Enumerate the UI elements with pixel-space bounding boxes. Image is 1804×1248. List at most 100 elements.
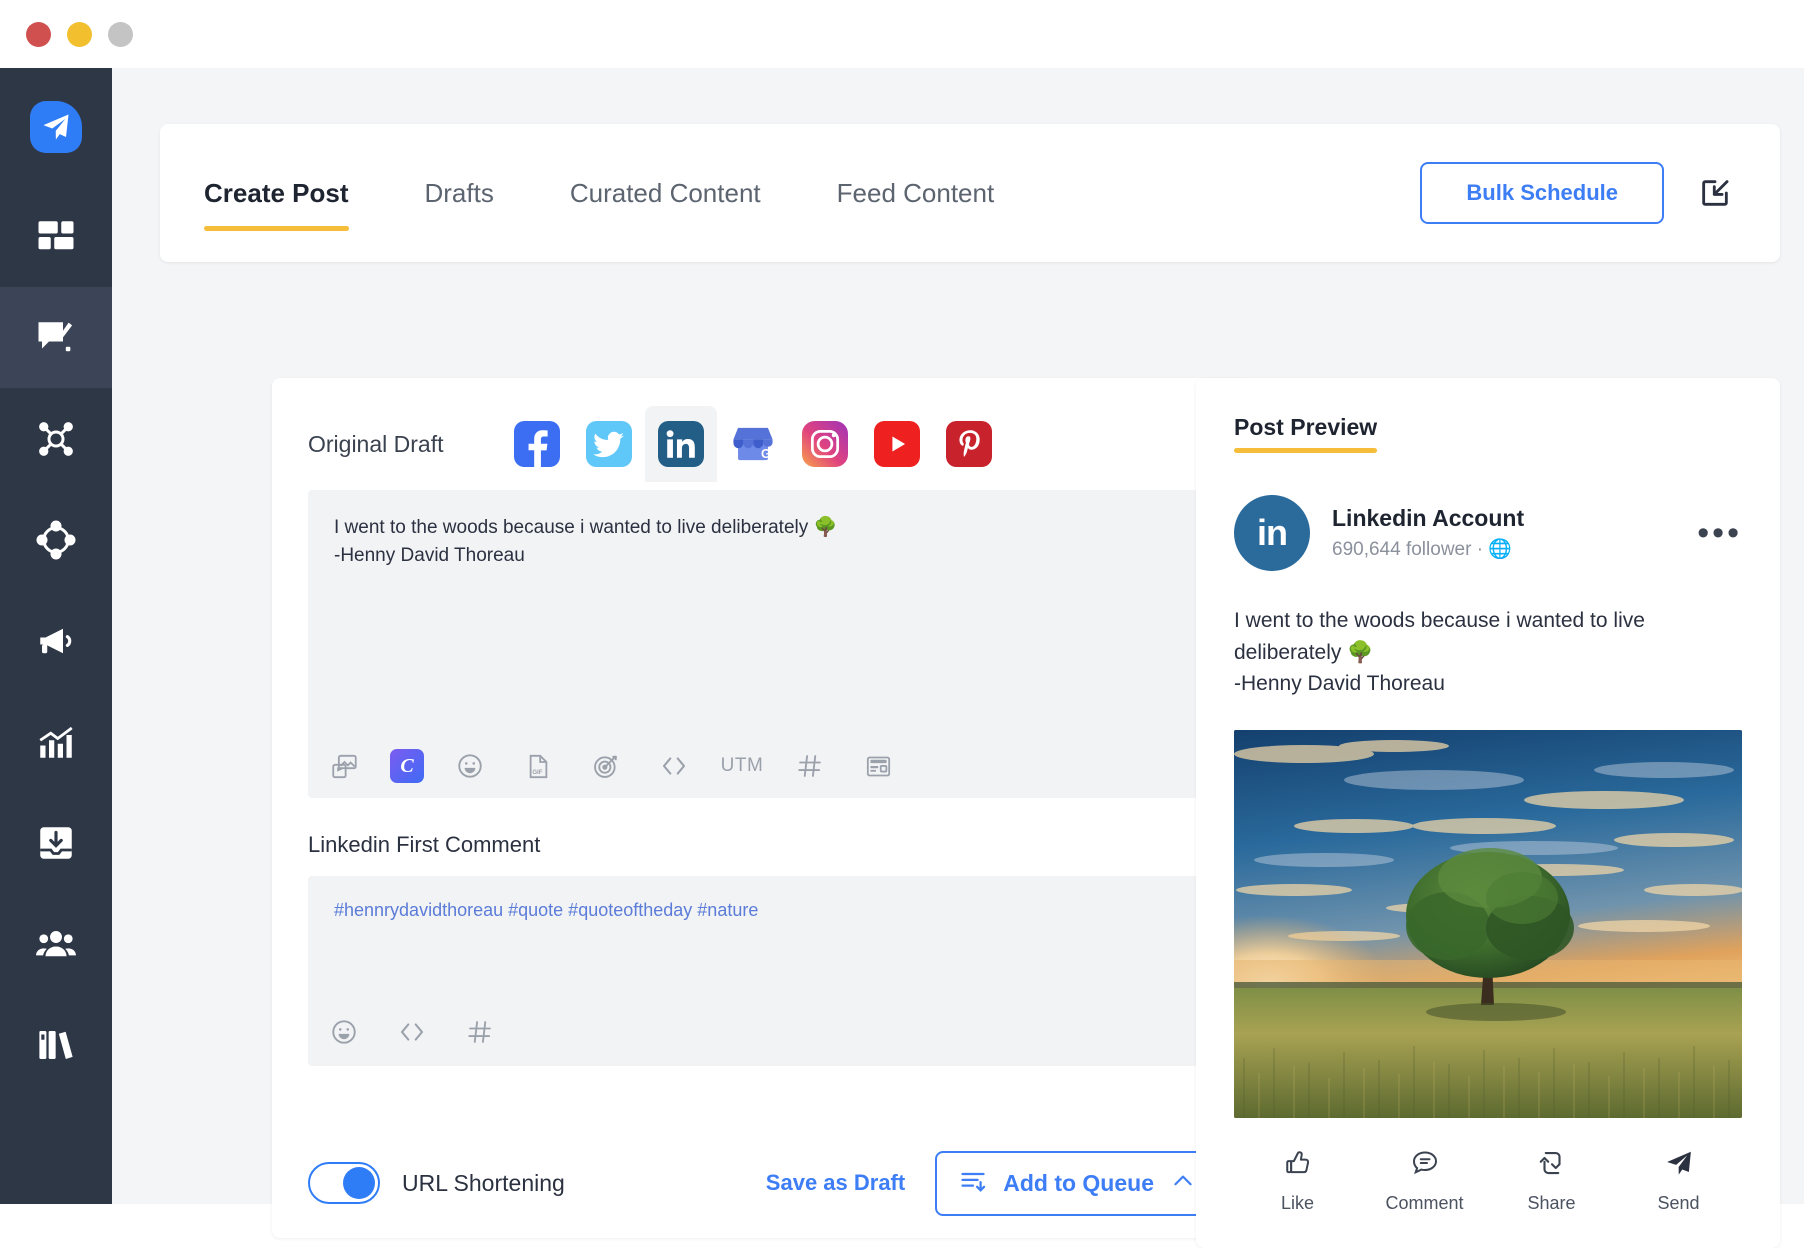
- preview-post-text: I went to the woods because i wanted to …: [1234, 609, 1645, 695]
- tab-create-post[interactable]: Create Post: [204, 177, 387, 231]
- original-draft-label: Original Draft: [308, 430, 444, 457]
- channel-google-business[interactable]: G: [717, 406, 789, 482]
- tab-curated-content[interactable]: Curated Content: [532, 178, 799, 209]
- first-comment-editor[interactable]: #hennrydavidthoreau #quote #quoteoftheda…: [308, 876, 1220, 1066]
- canva-icon[interactable]: C: [390, 749, 424, 783]
- maximize-window-button[interactable]: [108, 21, 133, 47]
- channel-youtube[interactable]: [861, 406, 933, 482]
- sidebar-item-engage[interactable]: [0, 388, 112, 489]
- account-name: Linkedin Account: [1332, 505, 1525, 531]
- sidebar-item-analytics[interactable]: [0, 691, 112, 792]
- sidebar-item-dashboard[interactable]: [0, 186, 112, 287]
- queue-list-icon: [959, 1167, 987, 1200]
- toggle-knob: [343, 1167, 375, 1199]
- team-people-icon: [35, 923, 77, 965]
- channel-facebook[interactable]: [501, 406, 573, 482]
- sidebar-item-advertise[interactable]: [0, 590, 112, 691]
- youtube-icon: [874, 421, 921, 467]
- pinterest-icon: [946, 421, 993, 467]
- import-into-box-icon[interactable]: [1698, 176, 1732, 210]
- composer-card: Original Draft G I went to the woods bec…: [272, 378, 1256, 1238]
- account-details: Linkedin Account 690,644 follower · 🌐: [1332, 505, 1524, 561]
- emoji-icon[interactable]: [448, 744, 492, 788]
- add-to-queue-label: Add to Queue: [1003, 1169, 1154, 1196]
- channel-instagram[interactable]: [789, 406, 861, 482]
- facebook-icon: [514, 421, 561, 467]
- post-preview-card: Post Preview in Linkedin Account 690,644…: [1196, 378, 1780, 1248]
- preview-account-row: in Linkedin Account 690,644 follower · 🌐…: [1234, 495, 1742, 571]
- channel-pinterest[interactable]: [933, 406, 1005, 482]
- share-label: Share: [1527, 1192, 1576, 1213]
- network-engage-icon: [35, 418, 77, 460]
- svg-text:G: G: [762, 447, 772, 461]
- google-business-icon: G: [733, 427, 774, 461]
- post-editor-text[interactable]: I went to the woods because i wanted to …: [308, 490, 1220, 569]
- add-to-queue-button[interactable]: Add to Queue: [935, 1150, 1220, 1216]
- channel-linkedin[interactable]: [645, 406, 718, 482]
- tab-bar-actions: Bulk Schedule: [1420, 162, 1780, 224]
- bulk-schedule-button[interactable]: Bulk Schedule: [1420, 162, 1664, 224]
- emoji-icon[interactable]: [322, 1010, 366, 1054]
- first-comment-label: Linkedin First Comment: [308, 832, 541, 857]
- sidebar-item-inbox[interactable]: [0, 792, 112, 893]
- utm-icon[interactable]: UTM: [720, 744, 764, 788]
- paper-plane-icon: [30, 101, 82, 153]
- save-as-draft-button[interactable]: Save as Draft: [766, 1170, 905, 1196]
- linkedin-icon: [658, 421, 705, 467]
- twitter-icon: [586, 421, 633, 467]
- app-logo[interactable]: [0, 68, 112, 186]
- send-label: Send: [1657, 1192, 1700, 1213]
- instagram-icon: [802, 421, 849, 467]
- first-comment-toolbar: [322, 1010, 502, 1054]
- inbox-download-icon: [35, 822, 77, 864]
- comment-label: Comment: [1385, 1192, 1464, 1213]
- ellipsis-icon[interactable]: •••: [1697, 516, 1742, 550]
- nodes-circle-icon: [35, 519, 77, 561]
- tab-label: Create Post: [204, 177, 349, 208]
- channel-selector: Original Draft G: [272, 378, 1256, 482]
- account-followers: 690,644 follower · 🌐: [1332, 539, 1512, 560]
- svg-text:GIF: GIF: [532, 769, 542, 775]
- preview-post-image[interactable]: [1234, 729, 1742, 1118]
- dashboard-grid-icon: [35, 216, 77, 258]
- close-window-button[interactable]: [26, 21, 51, 47]
- tab-list: Create Post Drafts Curated Content Feed …: [160, 177, 1033, 231]
- top-tab-bar: Create Post Drafts Curated Content Feed …: [160, 124, 1780, 262]
- comment-bubble-icon: [1410, 1148, 1440, 1183]
- campaign-target-icon[interactable]: [584, 744, 628, 788]
- template-card-icon[interactable]: [856, 744, 900, 788]
- url-shortening-toggle[interactable]: [308, 1162, 380, 1204]
- minimize-window-button[interactable]: [67, 21, 92, 47]
- sidebar-item-collaborate[interactable]: [0, 489, 112, 590]
- gif-icon[interactable]: GIF: [516, 744, 560, 788]
- sidebar-item-publish[interactable]: [0, 287, 112, 388]
- tab-label: Curated Content: [569, 177, 761, 208]
- tab-drafts[interactable]: Drafts: [387, 178, 532, 209]
- hashtag-icon[interactable]: [458, 1010, 502, 1054]
- channel-twitter[interactable]: [573, 406, 645, 482]
- tab-feed-content[interactable]: Feed Content: [799, 178, 1033, 209]
- tab-label: Drafts: [424, 177, 494, 208]
- repost-arrows-icon: [1537, 1148, 1567, 1183]
- library-books-icon: [35, 1024, 77, 1066]
- tab-label: Feed Content: [836, 177, 995, 208]
- first-comment-text[interactable]: #hennrydavidthoreau #quote #quoteoftheda…: [308, 876, 1220, 921]
- code-icon[interactable]: [652, 744, 696, 788]
- window-titlebar: [0, 0, 1804, 68]
- compose-post-icon: [35, 317, 77, 359]
- traffic-lights: [26, 21, 133, 47]
- media-image-icon[interactable]: [322, 744, 366, 788]
- footer-actions: Save as Draft Add to Queue: [766, 1150, 1220, 1216]
- hashtag-icon[interactable]: [788, 744, 832, 788]
- post-preview-title: Post Preview: [1234, 414, 1378, 453]
- post-editor[interactable]: I went to the woods because i wanted to …: [308, 490, 1220, 798]
- thumbs-up-icon: [1283, 1148, 1313, 1183]
- sidebar-item-team[interactable]: [0, 893, 112, 994]
- editor-toolbar: C GIF UTM: [322, 744, 900, 788]
- code-icon[interactable]: [390, 1010, 434, 1054]
- sidebar-item-library[interactable]: [0, 994, 112, 1095]
- megaphone-icon: [35, 620, 77, 662]
- composer-footer: URL Shortening Save as Draft Add to Queu…: [272, 1128, 1256, 1238]
- chevron-up-icon[interactable]: [1170, 1168, 1196, 1199]
- url-shortening-label: URL Shortening: [402, 1169, 565, 1196]
